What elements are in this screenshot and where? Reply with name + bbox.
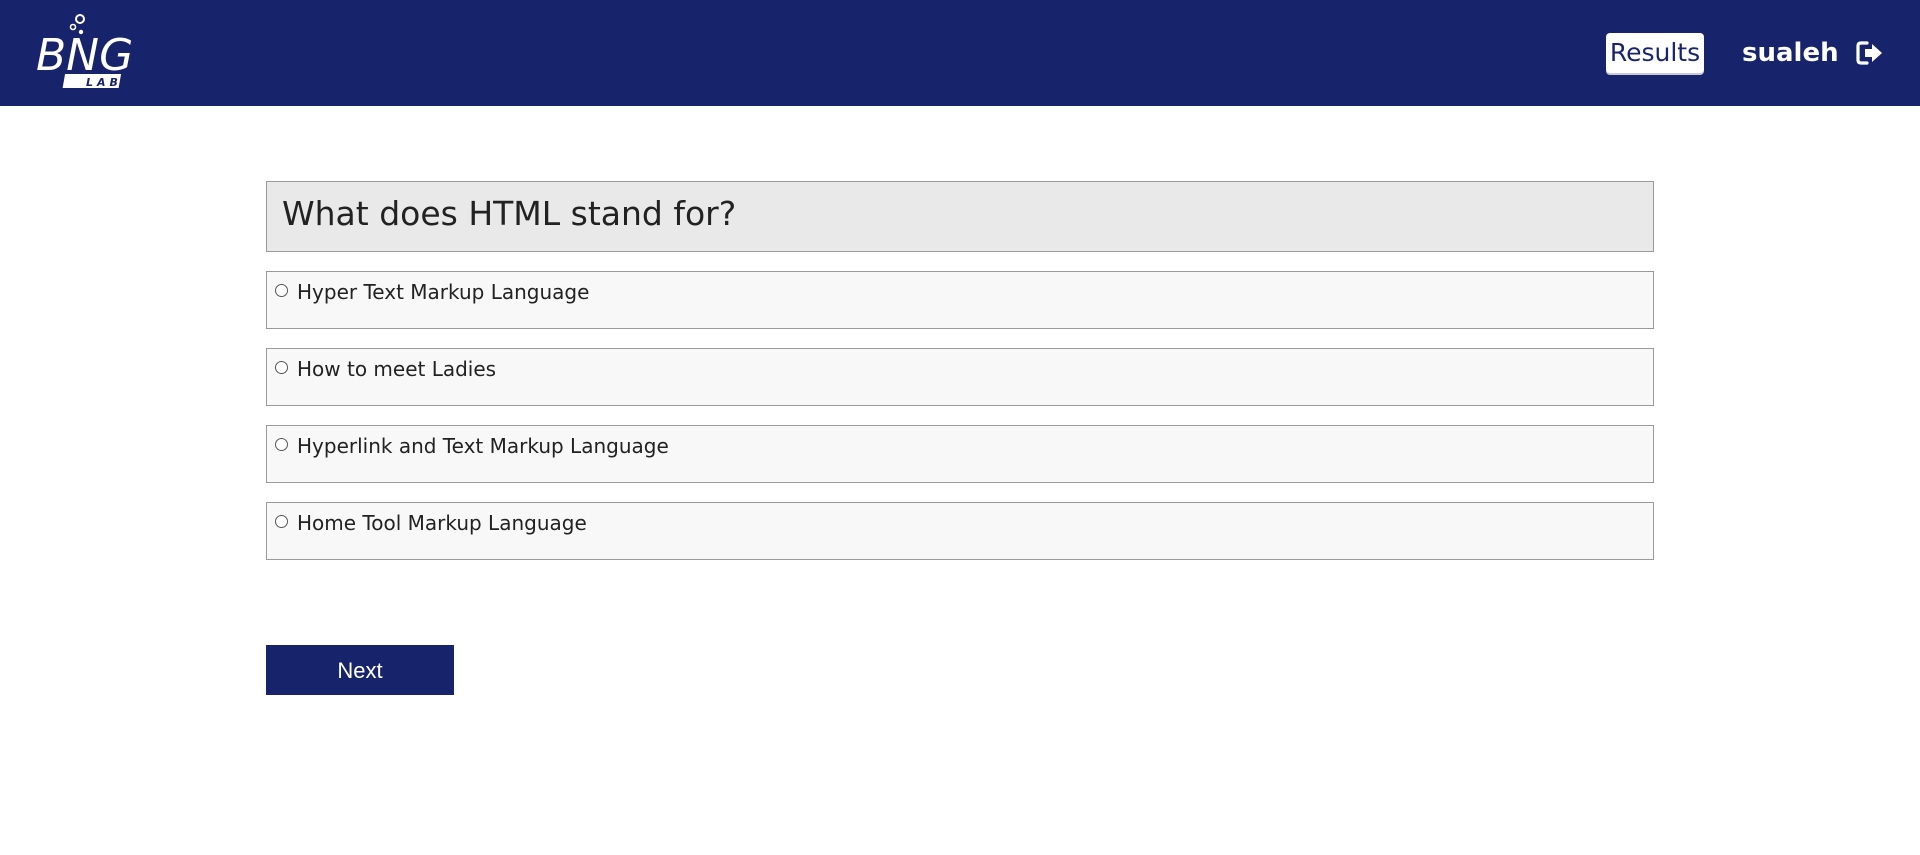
- radio-button[interactable]: [275, 361, 288, 374]
- answer-option[interactable]: Hyperlink and Text Markup Language: [266, 425, 1654, 483]
- answer-option[interactable]: Home Tool Markup Language: [266, 502, 1654, 560]
- answer-option-label: Home Tool Markup Language: [297, 511, 587, 535]
- question-box: What does HTML stand for?: [266, 181, 1654, 252]
- logo-graphic: BNG LABS: [36, 14, 134, 89]
- next-button[interactable]: Next: [266, 645, 454, 695]
- radio-button[interactable]: [275, 515, 288, 528]
- answer-option-label: How to meet Ladies: [297, 357, 497, 381]
- username-label: sualeh: [1742, 38, 1839, 68]
- sign-out-icon[interactable]: [1855, 38, 1885, 68]
- radio-button[interactable]: [275, 284, 288, 297]
- top-navbar: BNG LABS Results sualeh: [0, 0, 1920, 106]
- results-button[interactable]: Results: [1606, 33, 1704, 73]
- answer-option-label: Hyper Text Markup Language: [297, 280, 590, 304]
- answer-option[interactable]: How to meet Ladies: [266, 348, 1654, 406]
- bng-labs-logo[interactable]: BNG LABS: [36, 12, 136, 92]
- quiz-panel: What does HTML stand for? Hyper Text Mar…: [266, 181, 1654, 560]
- question-text: What does HTML stand for?: [282, 194, 737, 233]
- answer-option[interactable]: Hyper Text Markup Language: [266, 271, 1654, 329]
- answer-option-label: Hyperlink and Text Markup Language: [297, 434, 669, 458]
- logo-subtext: LABS: [86, 76, 134, 89]
- logo-letters: BNG: [36, 30, 133, 81]
- radio-button[interactable]: [275, 438, 288, 451]
